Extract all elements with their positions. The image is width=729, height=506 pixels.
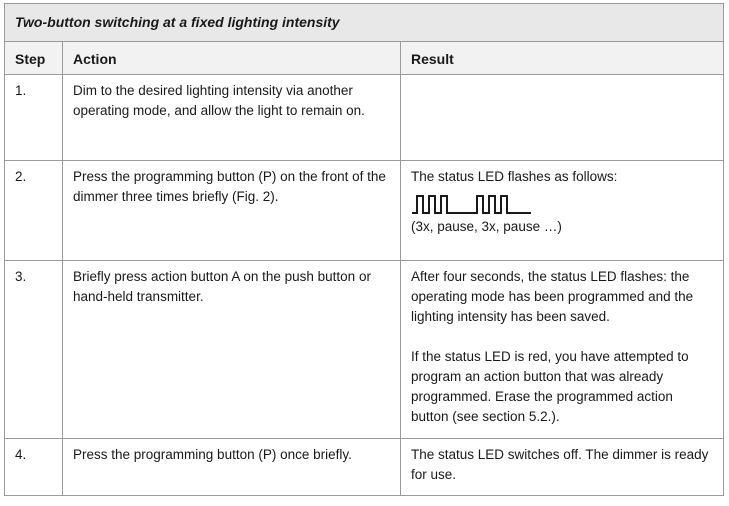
- table-row: 1. Dim to the desired lighting intensity…: [4, 74, 725, 161]
- action-text: Press the programming button (P) on the …: [62, 160, 401, 261]
- header-step: Step: [4, 41, 63, 75]
- result-cell: After four seconds, the status LED flash…: [399, 260, 725, 439]
- table-header-row: Step Action Result: [4, 41, 725, 75]
- instruction-table: Two-button switching at a fixed lighting…: [3, 3, 725, 496]
- table-title-row: Two-button switching at a fixed lighting…: [3, 3, 725, 42]
- header-action: Action: [62, 41, 401, 75]
- result-text: The status LED flashes as follows:: [411, 169, 618, 184]
- header-result: Result: [399, 41, 725, 75]
- result-cell: The status LED flashes as follows: (3x, …: [399, 160, 725, 261]
- led-flash-pattern-icon: [412, 195, 531, 214]
- table-row: 4. Press the programming button (P) once…: [4, 438, 725, 496]
- table-title: Two-button switching at a fixed lighting…: [3, 3, 725, 42]
- table-row: 2. Press the programming button (P) on t…: [4, 160, 725, 261]
- action-text: Briefly press action button A on the pus…: [62, 260, 401, 439]
- result-text: [399, 74, 725, 161]
- step-number: 4.: [4, 438, 63, 496]
- flash-pattern-caption: (3x, pause, 3x, pause …): [411, 219, 562, 234]
- table-row: 3. Briefly press action button A on the …: [4, 260, 725, 439]
- result-text: After four seconds, the status LED flash…: [411, 269, 694, 324]
- action-text: Dim to the desired lighting intensity vi…: [62, 74, 401, 161]
- step-number: 3.: [4, 260, 63, 439]
- result-text: The status LED switches off. The dimmer …: [399, 438, 725, 496]
- result-note: If the status LED is red, you have attem…: [411, 349, 689, 424]
- step-number: 2.: [4, 160, 63, 261]
- step-number: 1.: [4, 74, 63, 161]
- action-text: Press the programming button (P) once br…: [62, 438, 401, 496]
